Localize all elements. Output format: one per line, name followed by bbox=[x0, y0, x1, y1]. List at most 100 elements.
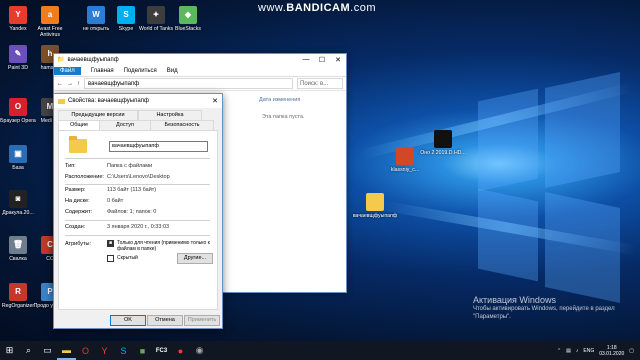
ribbon-tabs: Файл Главная Поделиться Вид bbox=[54, 65, 346, 77]
tab-file[interactable]: Файл bbox=[54, 66, 81, 75]
skype-icon[interactable]: S bbox=[114, 341, 133, 360]
network-icon[interactable]: ▤ bbox=[566, 348, 571, 354]
app-icon: S bbox=[117, 6, 135, 24]
language-indicator[interactable]: ENG bbox=[583, 348, 594, 354]
clock[interactable]: 1:18 03.01.2020 bbox=[599, 345, 624, 357]
desktop-icon[interactable]: klassniy_c... bbox=[380, 147, 430, 173]
hidden-label: Скрытый bbox=[117, 255, 138, 261]
start-icon[interactable]: ⊞ bbox=[0, 341, 19, 360]
readonly-checkbox-box[interactable]: ■ bbox=[107, 240, 114, 247]
desktop-icon[interactable]: ✎ Paint 3D bbox=[0, 45, 38, 71]
wallpaper-pane bbox=[545, 72, 620, 188]
tab-view[interactable]: Вид bbox=[167, 68, 178, 74]
app-icon: R bbox=[9, 283, 27, 301]
system-tray: ⌃ ▤ ♪ ENG 1:18 03.01.2020 ▢ bbox=[557, 345, 640, 357]
contains-row: Содержит: Файлов: 1; папок: 0 bbox=[65, 209, 157, 215]
file-icon bbox=[434, 130, 452, 148]
ondisk-row: На диске: 0 байт bbox=[65, 198, 124, 204]
file-icon bbox=[366, 193, 384, 211]
desktop-icon[interactable]: ◆ BlueStacks bbox=[168, 6, 208, 32]
ok-button[interactable]: OK bbox=[110, 315, 146, 326]
up-icon[interactable]: ↑ bbox=[77, 81, 80, 87]
cancel-button[interactable]: Отмена bbox=[147, 315, 183, 326]
size-row: Размер: 113 байт (113 байт) bbox=[65, 187, 157, 193]
volume-icon[interactable]: ♪ bbox=[576, 348, 579, 354]
hidden-checkbox[interactable]: Скрытый bbox=[107, 255, 138, 262]
tab-previous-versions[interactable]: Предыдущие версии bbox=[58, 110, 138, 120]
tab-share[interactable]: Поделиться bbox=[124, 68, 157, 74]
tab-general[interactable]: Общие bbox=[58, 120, 100, 130]
taskbar: ⊞ ⌕ ▭ ▬ O Y S ■ FC3 ● ◉ ⌃ ▤ ♪ ENG 1:18 0… bbox=[0, 341, 640, 360]
chevron-up-icon[interactable]: ⌃ bbox=[557, 348, 561, 354]
fc3-icon[interactable]: FC3 bbox=[152, 341, 171, 360]
windows-activation-notice: Активация Windows Чтобы активировать Win… bbox=[473, 295, 638, 321]
back-icon[interactable]: ← bbox=[57, 81, 63, 87]
dialog-title: Свойства: вачаевщфуыпапф bbox=[68, 98, 149, 104]
task-view-icon[interactable]: ▭ bbox=[38, 341, 57, 360]
search-input[interactable]: Поиск: в... bbox=[297, 78, 343, 89]
app-icon: 🗑 bbox=[9, 236, 27, 254]
search-icon[interactable]: ⌕ bbox=[19, 341, 38, 360]
location-row: Расположение: C:\Users\Lenovo\Desktop bbox=[65, 174, 170, 180]
folder-icon: 📁 bbox=[57, 57, 65, 63]
readonly-checkbox[interactable]: ■ Только для чтения (применимо только к … bbox=[107, 240, 212, 252]
clock-date: 03.01.2020 bbox=[599, 350, 625, 357]
app-icon: ✦ bbox=[147, 6, 165, 24]
divider bbox=[65, 235, 210, 236]
close-button[interactable]: ✕ bbox=[330, 56, 346, 64]
forward-icon[interactable]: → bbox=[67, 81, 73, 87]
desktop-icon[interactable]: вачаевщфуыпапф bbox=[350, 193, 400, 219]
tab-home[interactable]: Главная bbox=[91, 68, 114, 74]
file-icon bbox=[396, 147, 414, 165]
yandex-browser-icon[interactable]: ● bbox=[171, 341, 190, 360]
dialog-tabs: Предыдущие версии Настройка Общие Доступ… bbox=[54, 108, 222, 130]
app-icon: ◆ bbox=[179, 6, 197, 24]
hidden-checkbox-box[interactable] bbox=[107, 255, 114, 262]
app-icon: a bbox=[41, 6, 59, 24]
type-row: Тип: Папка с файлами bbox=[65, 163, 153, 169]
bandicam-watermark: www.BANDICAM.com bbox=[258, 2, 377, 14]
minimize-button[interactable]: — bbox=[298, 56, 314, 64]
properties-dialog[interactable]: Свойства: вачаевщфуыпапф ✕ Предыдущие ве… bbox=[53, 93, 223, 329]
app-icon: O bbox=[9, 98, 27, 116]
desktop-icon[interactable]: a Avast Free Antivirus bbox=[30, 6, 70, 38]
readonly-label: Только для чтения (применимо только к фа… bbox=[117, 240, 210, 252]
general-tab-panel: вачаевщфуыпапф Тип: Папка с файлами Распо… bbox=[58, 130, 218, 310]
apply-button[interactable]: Применить bbox=[184, 315, 220, 326]
app-icon: Y bbox=[9, 6, 27, 24]
app-icon: ▣ bbox=[9, 145, 27, 163]
activation-text: Чтобы активировать Windows, перейдите в … bbox=[473, 306, 615, 320]
divider bbox=[65, 184, 210, 185]
wallpaper-pane bbox=[478, 88, 538, 192]
minecraft-icon[interactable]: ■ bbox=[133, 341, 152, 360]
divider bbox=[65, 220, 210, 221]
explorer-title: вачаевщфуыпапф bbox=[67, 56, 119, 63]
other-attributes-button[interactable]: Другие... bbox=[177, 253, 213, 264]
desktop-icon[interactable]: ▣ База bbox=[0, 145, 38, 171]
file-explorer-icon[interactable]: ▬ bbox=[57, 341, 76, 360]
wallpaper-pane bbox=[478, 188, 538, 282]
app-icon: W bbox=[87, 6, 105, 24]
explorer-titlebar[interactable]: 📁 вачаевщфуыпапф — ☐ ✕ bbox=[54, 54, 346, 65]
yandex-icon[interactable]: Y bbox=[95, 341, 114, 360]
folder-name-input[interactable]: вачаевщфуыпапф bbox=[109, 141, 208, 152]
address-bar-row: ← → ↑ вачаевщфуыпапф Поиск: в... bbox=[54, 77, 346, 91]
folder-icon bbox=[58, 98, 65, 104]
folder-icon bbox=[69, 136, 87, 153]
app-icon: ◙ bbox=[9, 190, 27, 208]
column-header-date[interactable]: Дата изменения bbox=[259, 97, 300, 103]
dialog-titlebar[interactable]: Свойства: вачаевщфуыпапф ✕ bbox=[54, 94, 222, 108]
address-bar[interactable]: вачаевщфуыпапф bbox=[84, 78, 293, 89]
media-icon[interactable]: ◉ bbox=[190, 341, 209, 360]
tab-sharing[interactable]: Доступ bbox=[99, 120, 151, 130]
activation-title: Активация Windows bbox=[473, 295, 556, 305]
wallpaper-pane bbox=[545, 192, 620, 303]
notifications-icon[interactable]: ▢ bbox=[629, 348, 634, 354]
maximize-button[interactable]: ☐ bbox=[314, 56, 330, 64]
close-button[interactable]: ✕ bbox=[208, 97, 222, 105]
tab-customize[interactable]: Настройка bbox=[138, 110, 202, 120]
tab-security[interactable]: Безопасность bbox=[150, 120, 214, 130]
desktop-icon[interactable]: ◙ Дракула.20... bbox=[0, 190, 38, 216]
opera-icon[interactable]: O bbox=[76, 341, 95, 360]
attributes-label: Атрибуты: bbox=[65, 241, 91, 247]
